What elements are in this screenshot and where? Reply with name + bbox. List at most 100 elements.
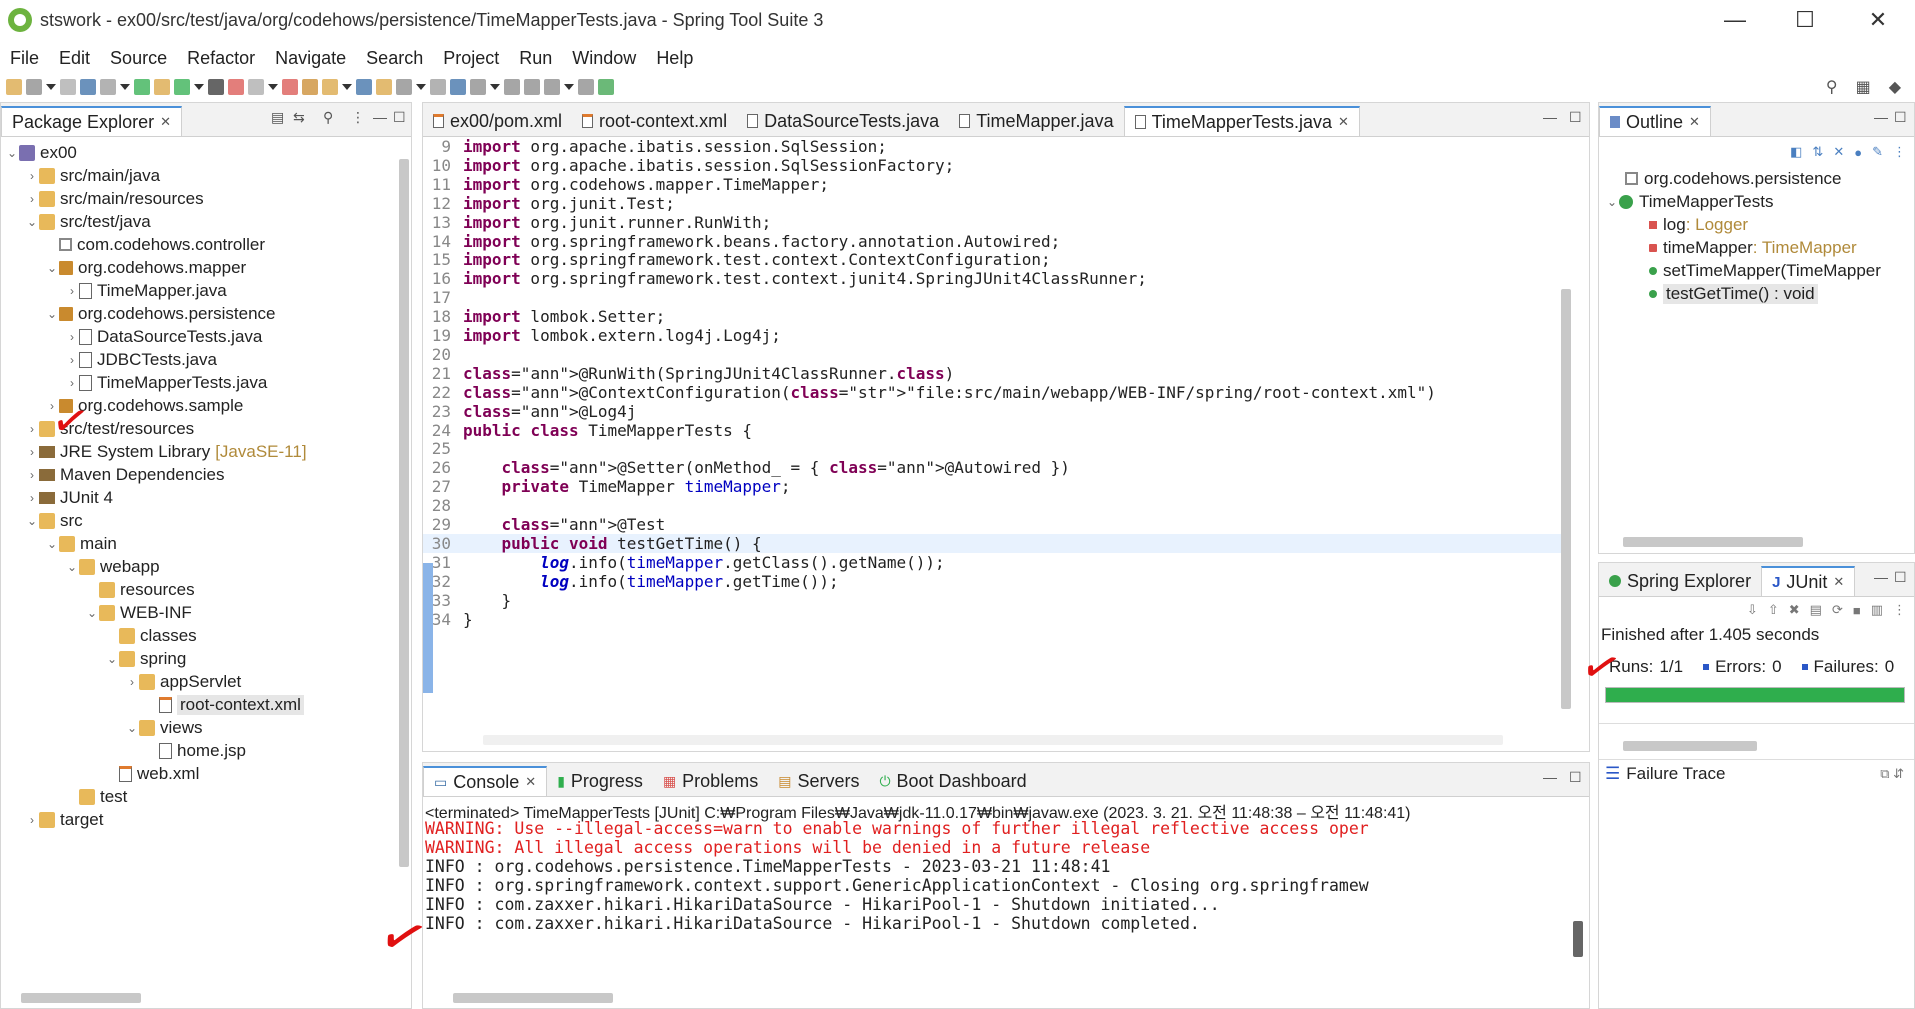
hide-nonpublic-icon[interactable]: ● bbox=[1854, 145, 1862, 160]
outline-item[interactable]: ⌄ TimeMapperTests bbox=[1605, 190, 1774, 213]
collapse-chevron-icon[interactable]: › bbox=[25, 813, 39, 827]
toggle-mark-toolbar-icon[interactable] bbox=[396, 79, 412, 95]
maximize-button[interactable]: ☐ bbox=[1770, 0, 1840, 40]
coverage-toolbar-icon[interactable] bbox=[208, 79, 224, 95]
prev-failure-icon[interactable]: ⇧ bbox=[1768, 602, 1779, 618]
maximize-view-icon[interactable]: ☐ bbox=[1894, 569, 1907, 586]
menu-search[interactable]: Search bbox=[356, 48, 433, 69]
next-failure-icon[interactable]: ⇩ bbox=[1747, 602, 1758, 618]
console-tab[interactable]: ▦ Problems bbox=[653, 766, 768, 796]
annotation-toolbar-icon[interactable] bbox=[376, 79, 392, 95]
dropdown-arrow-icon[interactable] bbox=[268, 84, 278, 90]
tree-item[interactable]: › DataSourceTests.java bbox=[65, 325, 262, 348]
hide-fields-icon[interactable]: ◧ bbox=[1790, 144, 1802, 160]
explorer-horizontal-scrollbar[interactable] bbox=[21, 993, 141, 1003]
editor-tab[interactable]: TimeMapperTests.java ✕ bbox=[1123, 106, 1360, 136]
collapse-chevron-icon[interactable]: › bbox=[25, 192, 39, 206]
tree-item[interactable]: ⌄ main bbox=[45, 532, 117, 555]
console-tab[interactable]: ▤ Servers bbox=[768, 766, 869, 796]
expand-chevron-icon[interactable]: ⌄ bbox=[85, 606, 99, 620]
expand-chevron-icon[interactable]: ⌄ bbox=[125, 721, 139, 735]
maximize-view-icon[interactable]: ☐ bbox=[393, 109, 406, 126]
server-toolbar-icon[interactable] bbox=[282, 79, 298, 95]
collapse-chevron-icon[interactable]: › bbox=[65, 353, 79, 367]
word-wrap-toolbar-icon[interactable] bbox=[450, 79, 466, 95]
expand-chevron-icon[interactable]: ⌄ bbox=[25, 514, 39, 528]
menu-project[interactable]: Project bbox=[433, 48, 509, 69]
dropdown-arrow-icon[interactable] bbox=[46, 84, 56, 90]
spring-perspective-icon[interactable]: ◆ bbox=[1889, 77, 1901, 97]
dropdown-arrow-icon[interactable] bbox=[342, 84, 352, 90]
back-toolbar-icon[interactable] bbox=[578, 79, 594, 95]
stop-icon[interactable]: ■ bbox=[1853, 603, 1861, 618]
stop-toolbar-icon[interactable] bbox=[228, 79, 244, 95]
tree-item[interactable]: web.xml bbox=[105, 762, 199, 785]
tree-item[interactable]: com.codehows.controller bbox=[45, 233, 265, 256]
dropdown-arrow-icon[interactable] bbox=[564, 84, 574, 90]
console-output[interactable]: WARNING: Use --illegal-access=warn to en… bbox=[423, 819, 1569, 988]
collapse-chevron-icon[interactable]: › bbox=[25, 468, 39, 482]
tree-item[interactable]: home.jsp bbox=[145, 739, 246, 762]
history-icon[interactable]: ▥ bbox=[1871, 602, 1883, 618]
menu-run[interactable]: Run bbox=[509, 48, 562, 69]
tree-item[interactable]: ⌄ src/test/java bbox=[25, 210, 151, 233]
tree-item[interactable]: › TimeMapper.java bbox=[65, 279, 227, 302]
expand-chevron-icon[interactable]: ⌄ bbox=[65, 560, 79, 574]
tab-outline[interactable]: Outline ✕ bbox=[1599, 106, 1711, 136]
collapse-chevron-icon[interactable]: › bbox=[25, 445, 39, 459]
close-tab-icon[interactable]: ✕ bbox=[1833, 574, 1844, 590]
run-toolbar-icon[interactable] bbox=[174, 79, 190, 95]
tree-item[interactable]: ⌄ views bbox=[125, 716, 203, 739]
expand-chevron-icon[interactable]: ⌄ bbox=[105, 652, 119, 666]
tree-item[interactable]: › target bbox=[25, 808, 103, 831]
outline-item[interactable]: org.codehows.persistence bbox=[1625, 167, 1842, 190]
minimize-view-icon[interactable]: — bbox=[373, 109, 387, 125]
save-toolbar-icon[interactable] bbox=[26, 79, 42, 95]
minimize-view-icon[interactable]: — bbox=[1874, 109, 1888, 125]
open-type-toolbar-icon[interactable] bbox=[302, 79, 318, 95]
outline-item[interactable]: timeMapper : TimeMapper bbox=[1645, 236, 1857, 259]
tree-item[interactable]: ⌄ ex00 bbox=[5, 141, 77, 164]
menu-help[interactable]: Help bbox=[646, 48, 703, 69]
close-tab-icon[interactable]: ✕ bbox=[1338, 114, 1349, 130]
globe-toolbar-icon[interactable] bbox=[504, 79, 520, 95]
prev-annotation-toolbar-icon[interactable] bbox=[544, 79, 560, 95]
outline-item[interactable]: testGetTime() : void bbox=[1645, 282, 1818, 305]
toggle-block-toolbar-icon[interactable] bbox=[430, 79, 446, 95]
collapse-chevron-icon[interactable]: › bbox=[125, 675, 139, 689]
view-menu-icon[interactable]: ⋮ bbox=[1893, 602, 1906, 618]
open-perspective-icon[interactable]: ▦ bbox=[1856, 77, 1871, 97]
open-task-toolbar-icon[interactable] bbox=[322, 79, 338, 95]
hide-static-icon[interactable]: ✕ bbox=[1833, 144, 1844, 160]
explorer-vertical-scrollbar[interactable] bbox=[399, 159, 409, 867]
editor-tab[interactable]: DataSourceTests.java bbox=[737, 106, 949, 136]
tree-item[interactable]: › TimeMapperTests.java bbox=[65, 371, 267, 394]
show-failures-only-icon[interactable]: ✖ bbox=[1789, 602, 1800, 618]
editor-tab[interactable]: TimeMapper.java bbox=[949, 106, 1123, 136]
console-tab[interactable]: ⏻ Boot Dashboard bbox=[869, 766, 1036, 796]
tree-item[interactable]: root-context.xml bbox=[145, 693, 304, 716]
tree-item[interactable]: ⌄ org.codehows.mapper bbox=[45, 256, 246, 279]
close-tab-icon[interactable]: ✕ bbox=[1689, 114, 1700, 130]
scroll-lock-icon[interactable]: ▤ bbox=[1810, 602, 1822, 618]
close-button[interactable]: ✕ bbox=[1843, 0, 1913, 40]
maximize-view-icon[interactable]: ☐ bbox=[1894, 109, 1907, 126]
quick-access-search-icon[interactable]: ⚲ bbox=[1826, 77, 1838, 97]
expand-chevron-icon[interactable]: ⌄ bbox=[25, 215, 39, 229]
expand-chevron-icon[interactable]: ⌄ bbox=[45, 537, 59, 551]
view-menu-icon[interactable]: ⋮ bbox=[1893, 144, 1906, 160]
maximize-editor-icon[interactable]: ☐ bbox=[1569, 109, 1582, 126]
tree-item[interactable]: › Maven Dependencies bbox=[25, 463, 224, 486]
tree-item[interactable]: › appServlet bbox=[125, 670, 241, 693]
expand-chevron-icon[interactable]: ⌄ bbox=[45, 307, 59, 321]
outline-item[interactable]: log : Logger bbox=[1645, 213, 1748, 236]
menu-window[interactable]: Window bbox=[562, 48, 646, 69]
console-vertical-scrollbar[interactable] bbox=[1573, 921, 1583, 957]
tree-item[interactable]: classes bbox=[105, 624, 197, 647]
save-all-toolbar-icon[interactable] bbox=[60, 79, 76, 95]
menu-file[interactable]: File bbox=[0, 48, 49, 69]
editor-tab[interactable]: ex00/pom.xml bbox=[423, 106, 572, 136]
menu-edit[interactable]: Edit bbox=[49, 48, 100, 69]
collapse-chevron-icon[interactable]: › bbox=[65, 284, 79, 298]
tree-item[interactable]: ⌄ src bbox=[25, 509, 83, 532]
